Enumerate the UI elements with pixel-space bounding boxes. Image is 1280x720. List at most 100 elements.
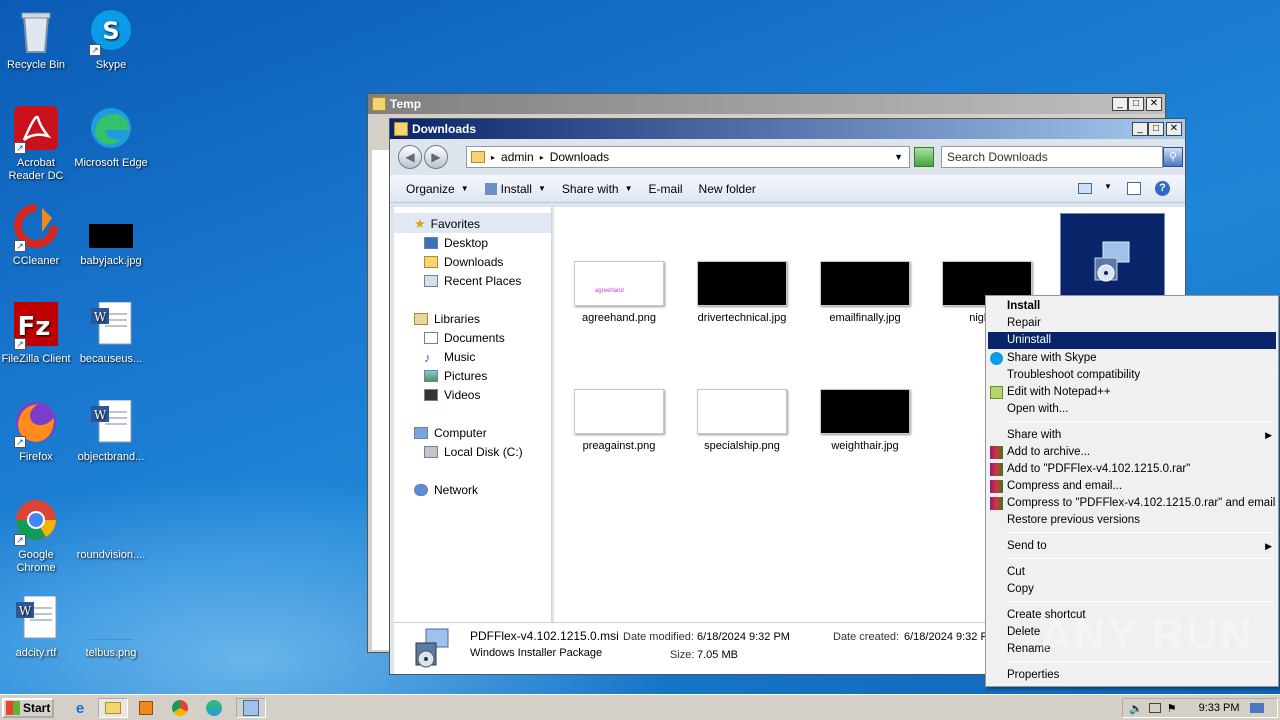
desktop-icon-edge[interactable]: Microsoft Edge bbox=[73, 106, 149, 170]
menu-compress-email[interactable]: Compress and email... bbox=[988, 478, 1276, 495]
nav-downloads[interactable]: Downloads bbox=[424, 253, 503, 271]
desktop-icon-chrome[interactable]: ↗ Google Chrome bbox=[0, 498, 74, 575]
menu-separator bbox=[1008, 421, 1274, 422]
volume-icon[interactable]: 🔈 bbox=[1129, 702, 1143, 715]
clock[interactable]: 9:33 PM bbox=[1199, 702, 1240, 714]
menu-share-with[interactable]: Share with ▶ bbox=[988, 427, 1276, 444]
back-button[interactable]: ◀ bbox=[398, 145, 422, 169]
file-item[interactable]: preagainst.png bbox=[564, 389, 674, 452]
breadcrumb-downloads[interactable]: Downloads bbox=[550, 150, 609, 164]
desktop-icon-telbus[interactable]: telbus.png bbox=[73, 596, 149, 660]
new-folder-button[interactable]: New folder bbox=[699, 182, 756, 196]
share-with-button[interactable]: Share with ▼ bbox=[562, 182, 633, 196]
menu-install[interactable]: Install bbox=[988, 298, 1276, 315]
minimize-button[interactable]: _ bbox=[1132, 122, 1148, 136]
file-item[interactable]: emailfinally.jpg bbox=[810, 261, 920, 324]
install-button[interactable]: Install ▼ bbox=[484, 182, 546, 196]
taskbar-explorer[interactable] bbox=[98, 698, 128, 718]
nav-network[interactable]: Network bbox=[414, 481, 478, 499]
menu-share-skype[interactable]: Share with Skype bbox=[988, 350, 1276, 367]
refresh-button[interactable] bbox=[914, 147, 934, 167]
submenu-arrow-icon: ▶ bbox=[1265, 430, 1272, 440]
show-desktop-icon[interactable] bbox=[1249, 703, 1264, 713]
explorer-titlebar[interactable]: Downloads bbox=[390, 119, 1185, 139]
file-item[interactable]: drivertechnical.jpg bbox=[687, 261, 797, 324]
file-item[interactable]: agreehand agreehand.png bbox=[564, 261, 674, 324]
temp-titlebar[interactable]: Temp bbox=[368, 94, 1165, 114]
menu-uninstall[interactable]: Uninstall bbox=[988, 332, 1276, 349]
desktop-icon-roundvision[interactable]: roundvision.... bbox=[73, 498, 149, 562]
taskbar-edge[interactable] bbox=[202, 698, 226, 718]
menu-compress-rar-email[interactable]: Compress to "PDFFlex-v4.102.1215.0.rar" … bbox=[988, 495, 1276, 512]
close-button[interactable]: ✕ bbox=[1166, 122, 1182, 136]
desktop-icon-firefox[interactable]: ↗ Firefox bbox=[0, 400, 74, 464]
menu-properties[interactable]: Properties bbox=[988, 667, 1276, 684]
desktop-icon-label: FileZilla Client bbox=[1, 353, 71, 365]
nav-documents[interactable]: Documents bbox=[424, 329, 505, 347]
taskbar-installer[interactable] bbox=[236, 698, 266, 718]
desktop-icon-filezilla[interactable]: Fz ↗ FileZilla Client bbox=[0, 302, 74, 366]
nav-computer[interactable]: Computer bbox=[414, 424, 487, 442]
minimize-button[interactable]: _ bbox=[1112, 97, 1128, 111]
nav-local-disk[interactable]: Local Disk (C:) bbox=[424, 443, 523, 461]
flag-icon[interactable]: ⚑ bbox=[1167, 702, 1177, 715]
breadcrumb-admin[interactable]: admin bbox=[501, 150, 534, 164]
taskbar-ie[interactable]: e bbox=[68, 698, 92, 718]
taskbar-chrome[interactable] bbox=[168, 698, 192, 718]
chevron-down-icon[interactable]: ▼ bbox=[894, 152, 903, 162]
preview-pane-icon[interactable] bbox=[1127, 182, 1141, 195]
network-tray-icon[interactable] bbox=[1148, 703, 1161, 713]
search-input[interactable]: Search Downloads bbox=[941, 146, 1163, 168]
menu-restore[interactable]: Restore previous versions bbox=[988, 512, 1276, 529]
explorer-title: Downloads bbox=[412, 122, 477, 136]
menu-send-to[interactable]: Send to ▶ bbox=[988, 538, 1276, 555]
help-icon[interactable]: ? bbox=[1155, 181, 1170, 196]
nav-recent-places[interactable]: Recent Places bbox=[424, 272, 521, 290]
maximize-button[interactable]: □ bbox=[1148, 122, 1164, 136]
maximize-button[interactable]: □ bbox=[1128, 97, 1144, 111]
taskbar: Start e 🔈 ⚑ 9:33 PM bbox=[0, 694, 1280, 720]
desktop-icon-label: CCleaner bbox=[12, 255, 60, 267]
selected-msi-item[interactable] bbox=[1060, 213, 1165, 299]
nav-music[interactable]: ♪ Music bbox=[424, 348, 475, 366]
desktop-icon-objectbrand[interactable]: W objectbrand... bbox=[73, 399, 149, 464]
view-options-icon[interactable] bbox=[1078, 183, 1092, 194]
desktop-icon-skype[interactable]: S ↗ Skype bbox=[73, 8, 149, 72]
installer-package-icon bbox=[243, 700, 259, 716]
menu-troubleshoot[interactable]: Troubleshoot compatibility bbox=[988, 367, 1276, 384]
documents-icon bbox=[424, 332, 438, 344]
menu-add-rar[interactable]: Add to "PDFFlex-v4.102.1215.0.rar" bbox=[988, 461, 1276, 478]
nav-desktop[interactable]: Desktop bbox=[424, 234, 488, 252]
desktop-icon-recycle-bin[interactable]: Recycle Bin bbox=[0, 8, 74, 72]
chevron-down-icon[interactable]: ▼ bbox=[1104, 182, 1112, 191]
start-button[interactable]: Start bbox=[2, 698, 54, 718]
shortcut-arrow-icon: ↗ bbox=[14, 534, 26, 546]
nav-videos[interactable]: Videos bbox=[424, 386, 480, 404]
file-item[interactable]: weighthair.jpg bbox=[810, 389, 920, 452]
detail-modified-label: Date modified: bbox=[623, 631, 694, 643]
desktop-icon-becauseus[interactable]: W becauseus... bbox=[73, 301, 149, 366]
nav-pictures[interactable]: Pictures bbox=[424, 367, 487, 385]
menu-repair[interactable]: Repair bbox=[988, 315, 1276, 332]
desktop-icon-label: roundvision.... bbox=[76, 549, 146, 561]
desktop-icon-adcity[interactable]: W adcity.rtf bbox=[0, 595, 74, 660]
menu-separator bbox=[1008, 601, 1274, 602]
nav-libraries[interactable]: Libraries bbox=[414, 310, 480, 328]
taskbar-media-player[interactable] bbox=[134, 698, 158, 718]
menu-copy[interactable]: Copy bbox=[988, 581, 1276, 598]
nav-favorites[interactable]: ★ Favorites bbox=[414, 215, 480, 233]
close-button[interactable]: ✕ bbox=[1146, 97, 1162, 111]
forward-button[interactable]: ▶ bbox=[424, 145, 448, 169]
desktop-icon-babyjack[interactable]: babyjack.jpg bbox=[73, 204, 149, 268]
menu-open-with[interactable]: Open with... bbox=[988, 401, 1276, 418]
email-button[interactable]: E-mail bbox=[649, 182, 683, 196]
organize-button[interactable]: Organize ▼ bbox=[406, 182, 469, 196]
menu-add-archive[interactable]: Add to archive... bbox=[988, 444, 1276, 461]
menu-notepad[interactable]: Edit with Notepad++ bbox=[988, 384, 1276, 401]
address-bar[interactable]: ▸ admin ▸ Downloads ▼ bbox=[466, 146, 910, 168]
desktop-icon-ccleaner[interactable]: ↗ CCleaner bbox=[0, 204, 74, 268]
menu-cut[interactable]: Cut bbox=[988, 564, 1276, 581]
file-item[interactable]: specialship.png bbox=[687, 389, 797, 452]
search-icon[interactable]: ⚲ bbox=[1163, 147, 1183, 167]
desktop-icon-acrobat[interactable]: ↗ Acrobat Reader DC bbox=[0, 106, 74, 183]
